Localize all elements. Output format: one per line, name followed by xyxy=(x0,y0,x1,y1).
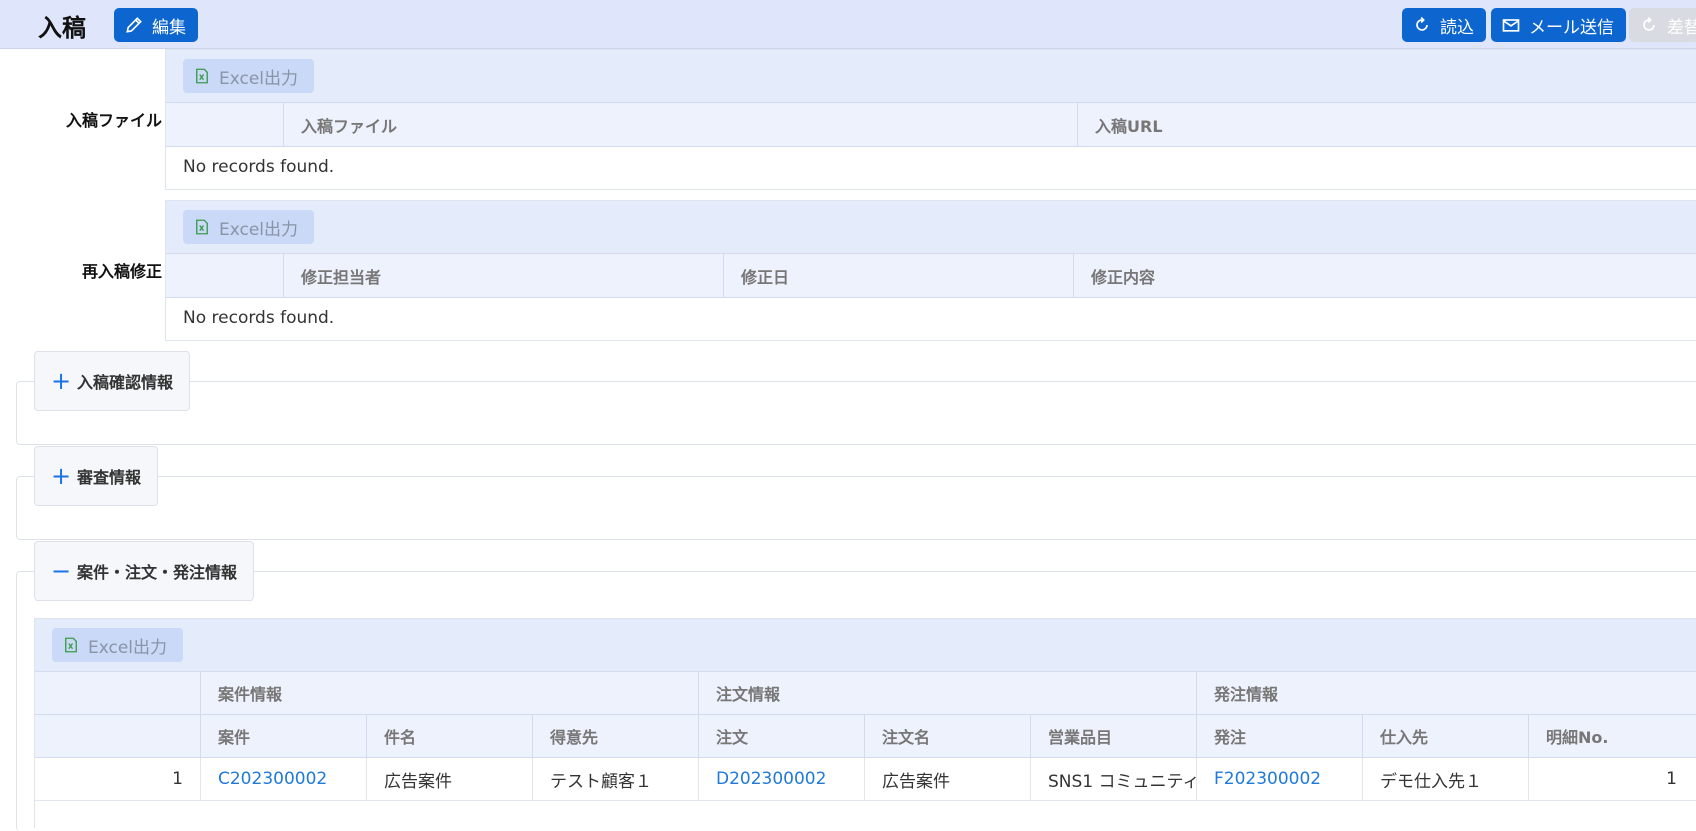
resubmission-label: 再入稿修正 xyxy=(81,262,162,281)
column-header[interactable]: 明細No. xyxy=(1528,715,1694,757)
case-link[interactable]: C202300002 xyxy=(200,758,366,800)
page-header: 入稿 編集 読込 メール送信 差替 xyxy=(0,0,1696,49)
order-name-cell: 広告案件 xyxy=(864,758,1030,800)
subject-cell: 広告案件 xyxy=(366,758,532,800)
reload-button-label: 読込 xyxy=(1440,17,1474,38)
section-title: 審査情報 xyxy=(77,468,142,487)
purchase-link[interactable]: F202300002 xyxy=(1196,758,1362,800)
section-title: 案件・注文・発注情報 xyxy=(77,563,238,582)
customer-cell: テスト顧客１ xyxy=(532,758,698,800)
row-index: 1 xyxy=(172,769,183,789)
confirm-section-toggle[interactable]: + 入稿確認情報 xyxy=(34,351,191,411)
column-header[interactable]: 修正日 xyxy=(723,254,1073,297)
send-mail-button[interactable]: メール送信 xyxy=(1491,8,1626,42)
empty-message: No records found. xyxy=(183,308,335,328)
column-header[interactable]: 入稿ファイル xyxy=(283,103,1077,146)
refresh-icon xyxy=(1643,16,1655,31)
excel-icon xyxy=(65,637,77,653)
minus-icon: − xyxy=(51,557,72,585)
replace-button[interactable]: 差替 xyxy=(1629,8,1696,42)
column-header[interactable]: 修正担当者 xyxy=(283,254,723,297)
empty-message: No records found. xyxy=(183,157,335,177)
resubmission-table: Excel出力 修正担当者 修正日 修正内容 No records found. xyxy=(165,200,1696,341)
excel-icon xyxy=(196,68,208,84)
column-header[interactable]: 注文名 xyxy=(864,715,1030,757)
table-toolbar: Excel出力 xyxy=(166,50,1696,103)
column-header[interactable]: 案件 xyxy=(200,715,366,757)
excel-export-button[interactable]: Excel出力 xyxy=(52,628,184,662)
column-header[interactable]: 仕入先 xyxy=(1362,715,1528,757)
order-link[interactable]: D202300002 xyxy=(698,758,864,800)
table-row[interactable]: 1 C202300002 広告案件 テスト顧客１ D202300002 広告案件… xyxy=(35,758,1696,801)
excel-export-button[interactable]: Excel出力 xyxy=(183,59,315,93)
plus-icon: + xyxy=(51,462,72,490)
excel-export-label: Excel出力 xyxy=(219,68,299,89)
confirm-section xyxy=(16,381,1696,445)
column-header[interactable]: 入稿URL xyxy=(1077,103,1696,146)
column-header[interactable]: 得意先 xyxy=(532,715,698,757)
mail-icon xyxy=(1502,19,1520,32)
column-header[interactable]: 営業品目 xyxy=(1030,715,1196,757)
excel-export-label: Excel出力 xyxy=(219,219,299,240)
case-order-section-toggle[interactable]: − 案件・注文・発注情報 xyxy=(34,541,255,601)
case-order-table: Excel出力 案件情報 注文情報 発注情報 案件 件名 得意先 注文 注文名 … xyxy=(34,618,1696,828)
review-section-toggle[interactable]: + 審査情報 xyxy=(34,446,159,506)
edit-button[interactable]: 編集 xyxy=(114,8,198,42)
replace-button-label: 差替 xyxy=(1667,17,1696,38)
submission-files-table: Excel出力 入稿ファイル 入稿URL No records found. xyxy=(165,49,1696,190)
page-title: 入稿 xyxy=(38,14,86,42)
table-header: 入稿ファイル 入稿URL xyxy=(166,103,1696,147)
group-header-purchase: 発注情報 xyxy=(1196,672,1696,714)
group-header-case: 案件情報 xyxy=(200,672,698,714)
plus-icon: + xyxy=(51,367,72,395)
edit-button-label: 編集 xyxy=(152,17,186,38)
detail-no-cell: 1 xyxy=(1528,758,1694,800)
column-header[interactable]: 修正内容 xyxy=(1073,254,1696,297)
section-title: 入稿確認情報 xyxy=(77,373,174,392)
excel-export-label: Excel出力 xyxy=(88,637,168,658)
group-header: 案件情報 注文情報 発注情報 xyxy=(35,672,1696,715)
column-header[interactable]: 発注 xyxy=(1196,715,1362,757)
table-header: 修正担当者 修正日 修正内容 xyxy=(166,254,1696,298)
submission-files-label: 入稿ファイル xyxy=(65,111,162,130)
table-header: 案件 件名 得意先 注文 注文名 営業品目 発注 仕入先 明細No. xyxy=(35,715,1696,758)
column-header[interactable]: 件名 xyxy=(366,715,532,757)
pencil-icon xyxy=(126,17,142,33)
table-toolbar: Excel出力 xyxy=(35,619,1696,672)
supplier-cell: デモ仕入先１ xyxy=(1362,758,1528,800)
sales-item-cell: SNS1 コミュニティ xyxy=(1030,758,1196,800)
reload-button[interactable]: 読込 xyxy=(1402,8,1486,42)
review-section xyxy=(16,476,1696,540)
excel-export-button[interactable]: Excel出力 xyxy=(183,210,315,244)
excel-icon xyxy=(196,219,208,235)
refresh-icon xyxy=(1416,16,1428,31)
send-mail-button-label: メール送信 xyxy=(1529,17,1614,38)
column-header[interactable]: 注文 xyxy=(698,715,864,757)
table-toolbar: Excel出力 xyxy=(166,201,1696,254)
group-header-order: 注文情報 xyxy=(698,672,1196,714)
